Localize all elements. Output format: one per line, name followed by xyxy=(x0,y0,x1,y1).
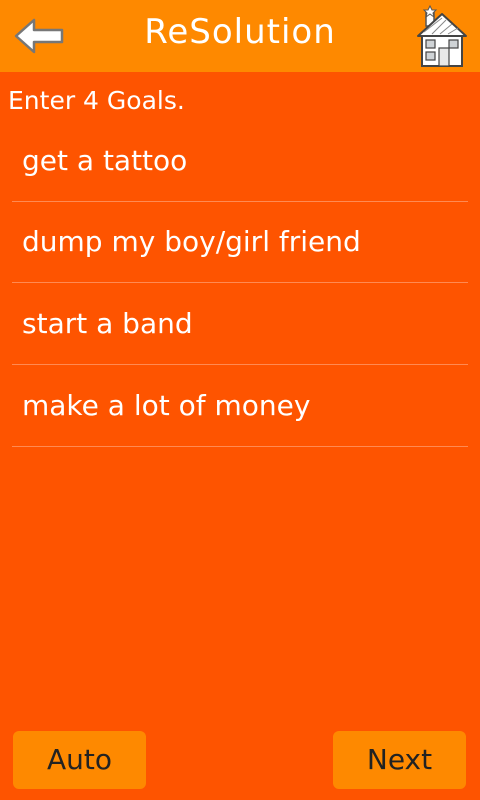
goal-input-1[interactable]: get a tattoo xyxy=(12,122,468,202)
header-bar: ReSolution xyxy=(0,0,480,72)
goal-text: make a lot of money xyxy=(22,389,311,422)
house-icon xyxy=(417,4,467,67)
input-underline xyxy=(12,446,468,447)
goal-text: dump my boy/girl friend xyxy=(22,225,361,258)
goal-input-3[interactable]: start a band xyxy=(12,285,468,365)
input-underline xyxy=(12,201,468,202)
page-title: ReSolution xyxy=(144,12,336,52)
goal-input-4[interactable]: make a lot of money xyxy=(12,367,468,447)
goal-text: start a band xyxy=(22,307,193,340)
instruction-label: Enter 4 Goals. xyxy=(8,86,185,115)
auto-button[interactable]: Auto xyxy=(13,731,146,789)
goal-text: get a tattoo xyxy=(22,144,188,177)
goal-input-2[interactable]: dump my boy/girl friend xyxy=(12,203,468,283)
input-underline xyxy=(12,282,468,283)
input-underline xyxy=(12,364,468,365)
home-button[interactable] xyxy=(414,2,470,70)
next-button[interactable]: Next xyxy=(333,731,466,789)
